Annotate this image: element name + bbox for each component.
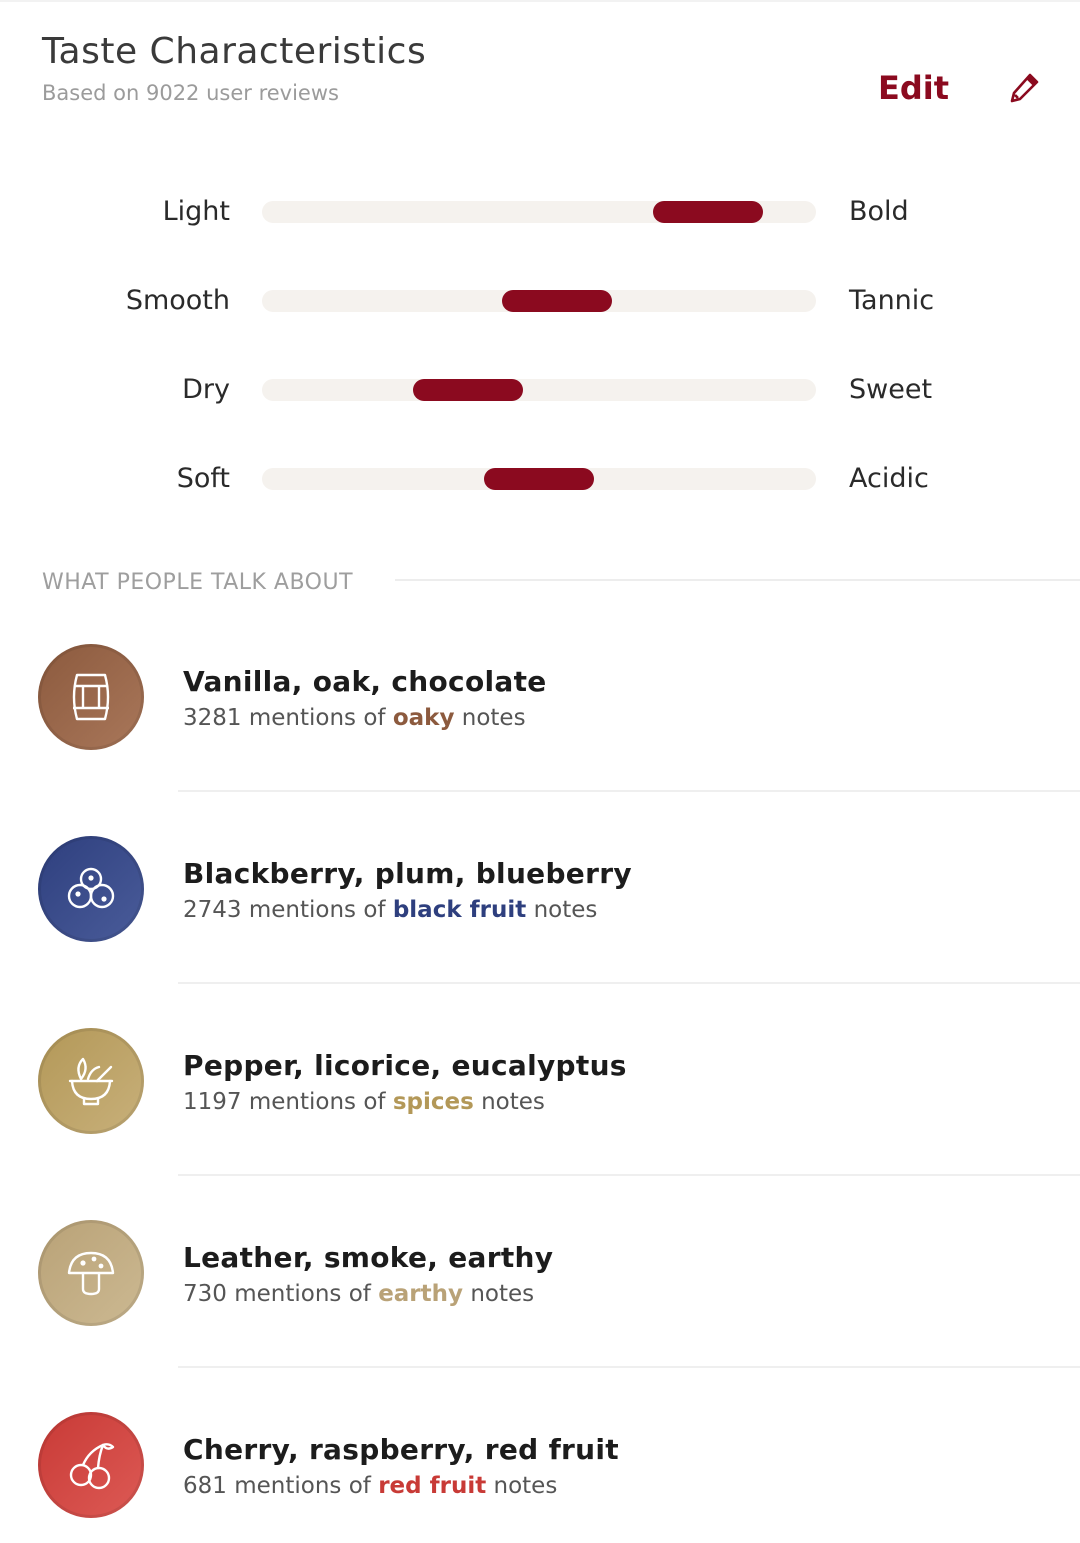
mushroom-icon — [38, 1220, 144, 1326]
pencil-icon[interactable] — [1006, 70, 1042, 106]
flavor-group-highlight: oaky — [392, 705, 455, 731]
flavor-group-highlight: black fruit — [392, 897, 527, 923]
scale-left-label: Soft — [176, 463, 230, 494]
scale-right-label: Tannic — [849, 285, 935, 316]
flavor-divider — [178, 982, 1080, 984]
scale-right-label: Sweet — [849, 374, 933, 405]
taste-scale-row: Smooth Tannic — [0, 269, 1080, 329]
cherry-icon — [38, 1412, 144, 1518]
mortar-icon — [38, 1028, 144, 1134]
flavor-title: Vanilla, oak, chocolate — [183, 665, 547, 698]
flavor-item[interactable]: Cherry, raspberry, red fruit 681 mentions… — [0, 1408, 1080, 1543]
scale-indicator — [502, 290, 612, 312]
flavor-group-highlight: earthy — [378, 1281, 464, 1307]
scale-indicator — [653, 201, 763, 223]
mention-count: 3281 — [183, 705, 242, 731]
page-title: Taste Characteristics — [42, 31, 427, 72]
scale-left-label: Light — [162, 196, 230, 227]
mention-text: mentions of — [248, 1089, 386, 1115]
flavor-item[interactable]: Vanilla, oak, chocolate 3281 mentions of … — [0, 640, 1080, 832]
flavor-item[interactable]: Blackberry, plum, blueberry 2743 mentions… — [0, 832, 1080, 1024]
flavor-title: Cherry, raspberry, red fruit — [183, 1433, 619, 1466]
scale-left-label: Smooth — [125, 285, 230, 316]
flavor-item[interactable]: Pepper, licorice, eucalyptus 1197 mention… — [0, 1024, 1080, 1216]
section-heading: WHAT PEOPLE TALK ABOUT — [42, 570, 354, 595]
flavor-divider — [178, 1174, 1080, 1176]
section-divider — [395, 579, 1080, 581]
mention-count: 2743 — [183, 897, 242, 923]
flavor-mentions: 1197 mentions of spices notes — [183, 1086, 545, 1118]
flavor-mentions: 681 mentions of red fruit notes — [183, 1470, 557, 1502]
review-count-subtitle: Based on 9022 user reviews — [42, 81, 339, 105]
flavor-title: Pepper, licorice, eucalyptus — [183, 1049, 627, 1082]
scale-right-label: Bold — [849, 196, 909, 227]
mention-text: mentions of — [234, 1473, 371, 1499]
scale-track — [262, 201, 816, 223]
scale-indicator — [484, 468, 594, 490]
scale-track — [262, 379, 816, 401]
scale-track — [262, 290, 816, 312]
taste-characteristics-screen: Taste Characteristics Based on 9022 user… — [0, 0, 1080, 1543]
barrel-icon — [38, 644, 144, 750]
mention-count: 1197 — [183, 1089, 242, 1115]
flavor-group-highlight: red fruit — [378, 1473, 487, 1499]
mention-suffix: notes — [461, 705, 526, 731]
scale-track — [262, 468, 816, 490]
edit-button[interactable]: Edit — [878, 66, 949, 110]
mention-text: mentions of — [248, 897, 386, 923]
flavor-group-highlight: spices — [392, 1089, 474, 1115]
mention-count: 730 — [183, 1281, 227, 1307]
mention-suffix: notes — [470, 1281, 535, 1307]
scale-left-label: Dry — [182, 374, 230, 405]
mention-suffix: notes — [533, 897, 598, 923]
mention-text: mentions of — [248, 705, 386, 731]
flavor-mentions: 2743 mentions of black fruit notes — [183, 894, 597, 926]
scale-indicator — [413, 379, 523, 401]
flavor-divider — [178, 790, 1080, 792]
taste-scale-row: Soft Acidic — [0, 447, 1080, 507]
scale-right-label: Acidic — [849, 463, 929, 494]
mention-suffix: notes — [481, 1089, 545, 1115]
taste-scale-row: Light Bold — [0, 180, 1080, 240]
flavor-title: Blackberry, plum, blueberry — [183, 857, 632, 890]
mention-text: mentions of — [234, 1281, 371, 1307]
mention-count: 681 — [183, 1473, 227, 1499]
top-divider — [0, 0, 1080, 2]
flavor-mentions: 730 mentions of earthy notes — [183, 1278, 534, 1310]
berries-icon — [38, 836, 144, 942]
flavor-item[interactable]: Leather, smoke, earthy 730 mentions of ea… — [0, 1216, 1080, 1408]
flavor-mentions: 3281 mentions of oaky notes — [183, 702, 526, 734]
mention-suffix: notes — [493, 1473, 558, 1499]
header: Taste Characteristics Based on 9022 user… — [42, 28, 426, 108]
taste-scale-row: Dry Sweet — [0, 358, 1080, 418]
flavor-divider — [178, 1366, 1080, 1368]
flavor-title: Leather, smoke, earthy — [183, 1241, 554, 1274]
